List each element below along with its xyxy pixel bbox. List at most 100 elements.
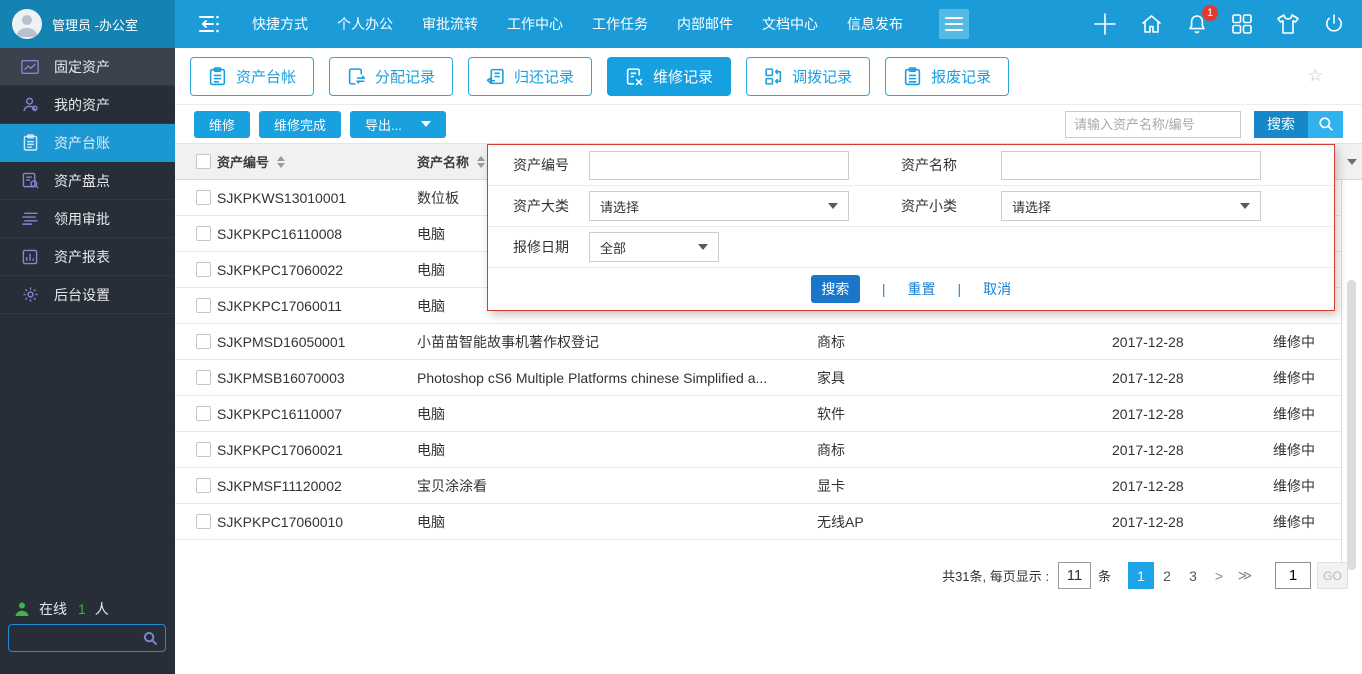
column-header-asset-no[interactable]: 资产编号 <box>217 152 269 171</box>
table-row[interactable]: SJKPKPC16110007 电脑 软件 2017-12-28 维修中 <box>175 396 1341 432</box>
asset-name: 小苗苗智能故事机著作权登记 <box>417 333 599 350</box>
table-scrollbar-track[interactable] <box>1341 143 1362 589</box>
apps-grid-icon[interactable] <box>1230 12 1254 36</box>
asset-search-input[interactable] <box>1065 110 1241 138</box>
asset-category-select[interactable]: 请选择 <box>589 191 849 221</box>
table-row[interactable]: SJKPKPC17060010 电脑 无线AP 2017-12-28 维修中 <box>175 504 1341 540</box>
sidebar-search-icon[interactable] <box>143 631 165 646</box>
sidebar-item-fixed-assets[interactable]: 固定资产 <box>0 48 175 86</box>
row-checkbox[interactable] <box>196 298 211 313</box>
sidebar-item-label: 后台设置 <box>54 286 110 303</box>
hamburger-icon[interactable] <box>939 9 969 39</box>
export-label: 导出... <box>365 117 402 133</box>
asset-name-input[interactable] <box>1001 150 1261 180</box>
panel-search-button[interactable]: 搜索 <box>810 274 860 303</box>
tab-transfer-records[interactable]: 调拨记录 <box>746 56 871 96</box>
jump-page-input[interactable] <box>1275 562 1311 589</box>
top-menu-item-approval-flow[interactable]: 审批流转 <box>422 14 478 34</box>
tab-label: 调拨记录 <box>792 68 853 86</box>
tab-scrap-records[interactable]: 报废记录 <box>885 56 1010 96</box>
theme-shirt-icon[interactable] <box>1275 12 1301 36</box>
top-menu-item-work-center[interactable]: 工作中心 <box>507 14 563 34</box>
asset-name: 电脑 <box>417 405 445 422</box>
sidebar-item-my-assets[interactable]: 我的资产 <box>0 86 175 124</box>
page-button-3[interactable]: 3 <box>1180 562 1206 589</box>
repair-done-button[interactable]: 维修完成 <box>259 110 342 138</box>
notifications-bell-icon[interactable]: 1 <box>1185 5 1218 36</box>
row-checkbox[interactable] <box>196 442 211 457</box>
sidebar-search-input[interactable] <box>9 630 143 646</box>
asset-no-input[interactable] <box>589 150 849 180</box>
page-size-input[interactable] <box>1057 562 1091 589</box>
tab-asset-ledger[interactable]: 资产台帐 <box>190 56 315 96</box>
filter-row-3: 报修日期 全部 <box>488 227 1334 268</box>
sidebar-item-asset-reports[interactable]: 资产报表 <box>0 238 175 276</box>
row-checkbox[interactable] <box>196 370 211 385</box>
notification-badge: 1 <box>1202 5 1218 21</box>
tab-allocation-records[interactable]: 分配记录 <box>329 56 454 96</box>
select-all-checkbox[interactable] <box>196 154 211 169</box>
sidebar-item-label: 资产台账 <box>54 134 110 151</box>
asset-subcategory-select[interactable]: 请选择 <box>1001 191 1261 221</box>
row-checkbox[interactable] <box>196 406 211 421</box>
go-button[interactable]: GO <box>1317 562 1348 589</box>
menu-list-icon[interactable] <box>196 13 222 35</box>
select-value: 请选择 <box>1012 199 1052 215</box>
sidebar-item-requisition-approval[interactable]: 领用审批 <box>0 200 175 238</box>
next-page-button[interactable]: > <box>1206 562 1232 589</box>
sidebar-item-backend-settings[interactable]: 后台设置 <box>0 276 175 314</box>
top-menu-item-info-publish[interactable]: 信息发布 <box>847 14 903 34</box>
status-badge: 维修中 <box>1273 369 1315 386</box>
chevron-down-icon <box>828 203 838 209</box>
top-menu-item-document-center[interactable]: 文档中心 <box>762 14 818 34</box>
tab-repair-records[interactable]: 维修记录 <box>607 56 732 96</box>
add-icon[interactable] <box>1092 11 1118 37</box>
cancel-button[interactable]: 取消 <box>983 279 1011 299</box>
sidebar-item-asset-ledger[interactable]: 资产台账 <box>0 124 175 162</box>
sidebar-item-label: 我的资产 <box>54 96 110 113</box>
row-checkbox[interactable] <box>196 334 211 349</box>
repair-date: 2017-12-28 <box>1112 333 1184 350</box>
sort-icon[interactable] <box>277 155 286 168</box>
top-menu-item-internal-mail[interactable]: 内部邮件 <box>677 14 733 34</box>
column-header-asset-name[interactable]: 资产名称 <box>417 152 469 171</box>
column-options-button[interactable] <box>1341 143 1362 180</box>
user-area[interactable]: 管理员 -办公室 <box>0 0 175 48</box>
page-button-2[interactable]: 2 <box>1154 562 1180 589</box>
row-checkbox[interactable] <box>196 478 211 493</box>
tab-return-records[interactable]: 归还记录 <box>468 56 593 96</box>
table-row[interactable]: SJKPKPC17060021 电脑 商标 2017-12-28 维修中 <box>175 432 1341 468</box>
row-checkbox[interactable] <box>196 514 211 529</box>
favorite-star-icon[interactable]: ☆ <box>1308 66 1323 86</box>
gear-icon <box>21 286 39 303</box>
topbar: 管理员 -办公室 快捷方式 个人办公 审批流转 工作中心 工作任务 内部邮件 文… <box>0 0 1362 48</box>
repair-button[interactable]: 维修 <box>194 110 251 138</box>
top-menu-item-personal-office[interactable]: 个人办公 <box>337 14 393 34</box>
tab-label: 资产台帐 <box>236 68 297 86</box>
row-checkbox[interactable] <box>196 262 211 277</box>
user-name: 管理员 -办公室 <box>52 17 138 33</box>
last-page-button[interactable]: ≫ <box>1232 562 1258 589</box>
repair-date-select[interactable]: 全部 <box>589 232 719 262</box>
table-row[interactable]: SJKPMSD16050001 小苗苗智能故事机著作权登记 商标 2017-12… <box>175 324 1341 360</box>
top-menu-item-work-tasks[interactable]: 工作任务 <box>592 14 648 34</box>
status-badge: 维修中 <box>1273 441 1315 458</box>
page-button-1[interactable]: 1 <box>1128 562 1154 589</box>
asset-no: SJKPKWS13010001 <box>217 189 347 206</box>
table-row[interactable]: SJKPMSB16070003 Photoshop cS6 Multiple P… <box>175 360 1341 396</box>
asset-category: 软件 <box>817 405 845 422</box>
top-menu: 快捷方式 个人办公 审批流转 工作中心 工作任务 内部邮件 文档中心 信息发布 <box>252 14 903 34</box>
sidebar-item-asset-inventory[interactable]: 资产盘点 <box>0 162 175 200</box>
row-checkbox[interactable] <box>196 226 211 241</box>
reset-button[interactable]: 重置 <box>908 279 936 299</box>
table-row[interactable]: SJKPMSF11120002 宝贝涂涂看 显卡 2017-12-28 维修中 <box>175 468 1341 504</box>
search-button[interactable]: 搜索 <box>1254 110 1343 138</box>
asset-no: SJKPKPC17060011 <box>217 297 343 314</box>
export-button[interactable]: 导出... <box>350 110 446 138</box>
row-checkbox[interactable] <box>196 190 211 205</box>
table-scrollbar-thumb[interactable] <box>1347 280 1356 570</box>
power-icon[interactable] <box>1322 12 1346 36</box>
top-menu-item-shortcuts[interactable]: 快捷方式 <box>252 14 308 34</box>
sort-icon[interactable] <box>477 155 486 168</box>
home-icon[interactable] <box>1139 12 1164 36</box>
